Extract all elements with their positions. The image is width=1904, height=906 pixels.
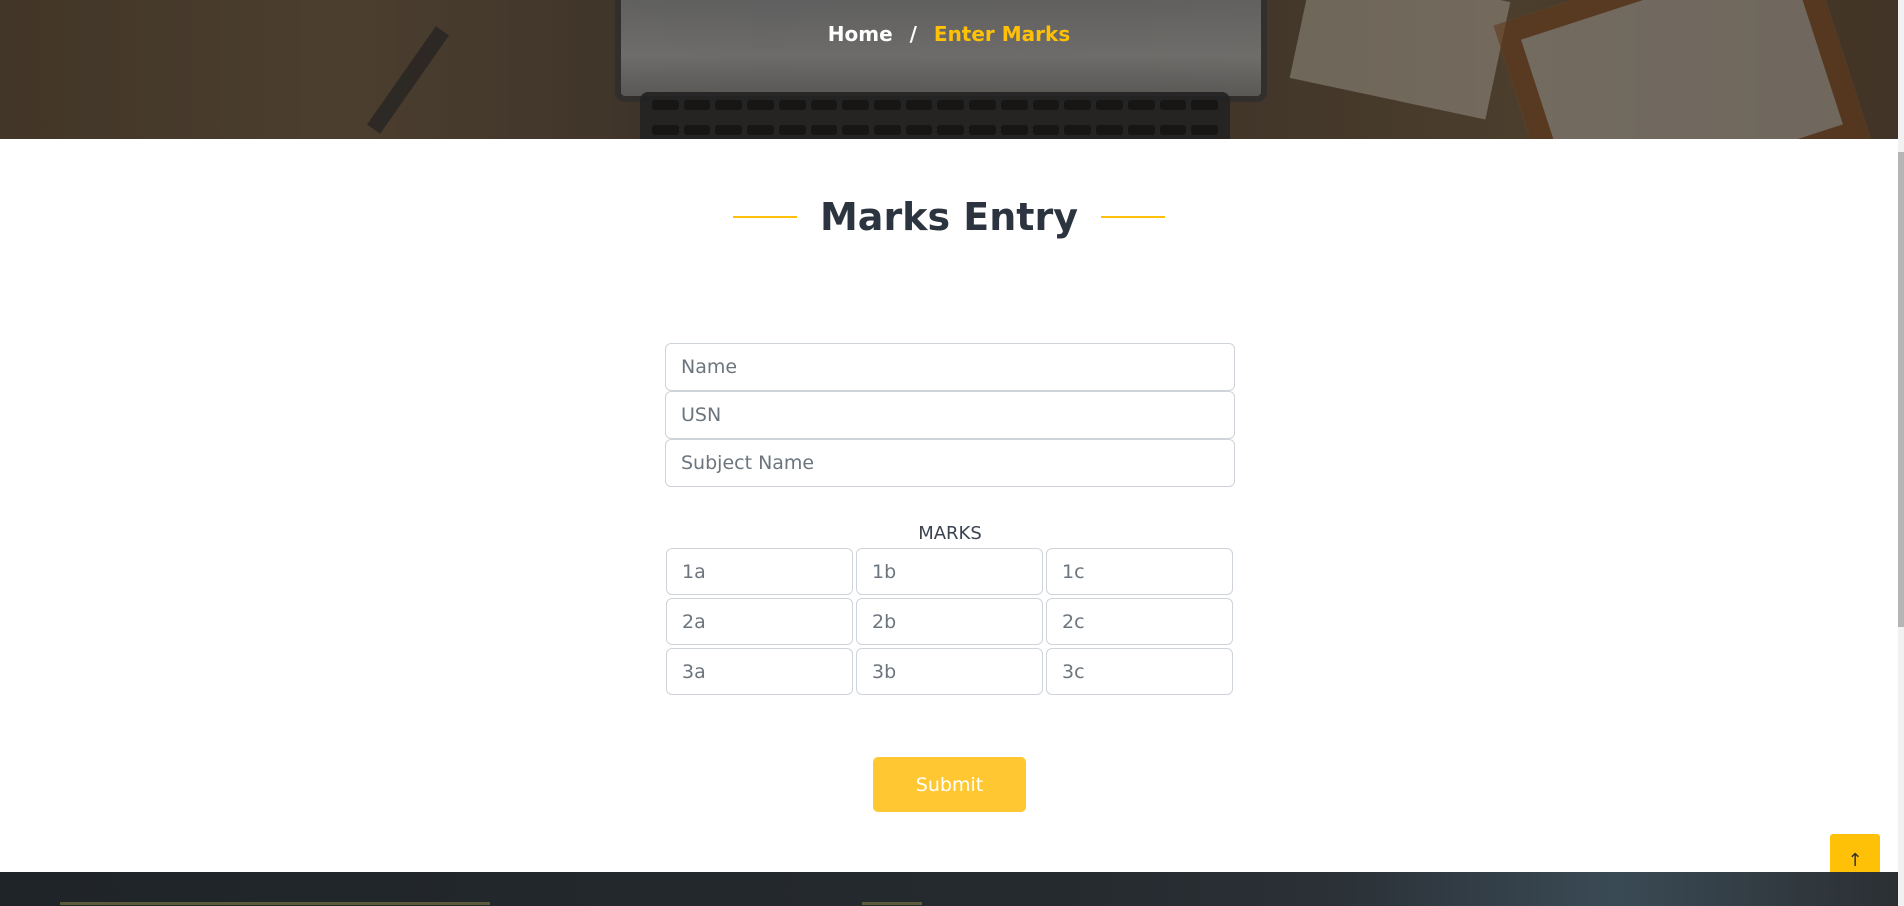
mark-input-3b[interactable] <box>856 648 1043 695</box>
hero-banner: Home / Enter Marks <box>0 0 1898 139</box>
mark-input-2a[interactable] <box>666 598 853 645</box>
marks-label: MARKS <box>918 523 982 544</box>
subject-name-input[interactable] <box>665 439 1235 487</box>
mark-input-1c[interactable] <box>1046 548 1233 595</box>
section-heading: Marks Entry <box>0 195 1898 239</box>
marks-entry-form: MARKS <box>665 343 1235 695</box>
footer-divider-mid <box>862 902 922 905</box>
title-right-divider <box>1101 216 1166 218</box>
scrollbar-thumb[interactable] <box>1898 152 1904 627</box>
marks-grid <box>666 548 1235 695</box>
mark-input-3c[interactable] <box>1046 648 1233 695</box>
mark-input-3a[interactable] <box>666 648 853 695</box>
mark-input-1b[interactable] <box>856 548 1043 595</box>
breadcrumb-home-link[interactable]: Home <box>828 22 893 46</box>
footer-divider-left <box>60 902 490 905</box>
hero-overlay <box>0 0 1898 139</box>
footer-section <box>0 872 1898 906</box>
mark-input-2b[interactable] <box>856 598 1043 645</box>
breadcrumb-current: Enter Marks <box>933 22 1071 46</box>
page-scrollbar[interactable] <box>1898 0 1904 906</box>
mark-input-2c[interactable] <box>1046 598 1233 645</box>
page-title: Marks Entry <box>819 195 1078 239</box>
arrow-up-icon: ↑ <box>1847 849 1863 871</box>
mark-input-1a[interactable] <box>666 548 853 595</box>
breadcrumb: Home / Enter Marks <box>0 22 1898 46</box>
submit-button[interactable]: Submit <box>873 757 1026 812</box>
breadcrumb-separator: / <box>909 22 917 46</box>
name-input[interactable] <box>665 343 1235 391</box>
usn-input[interactable] <box>665 391 1235 439</box>
title-left-divider <box>732 216 797 218</box>
